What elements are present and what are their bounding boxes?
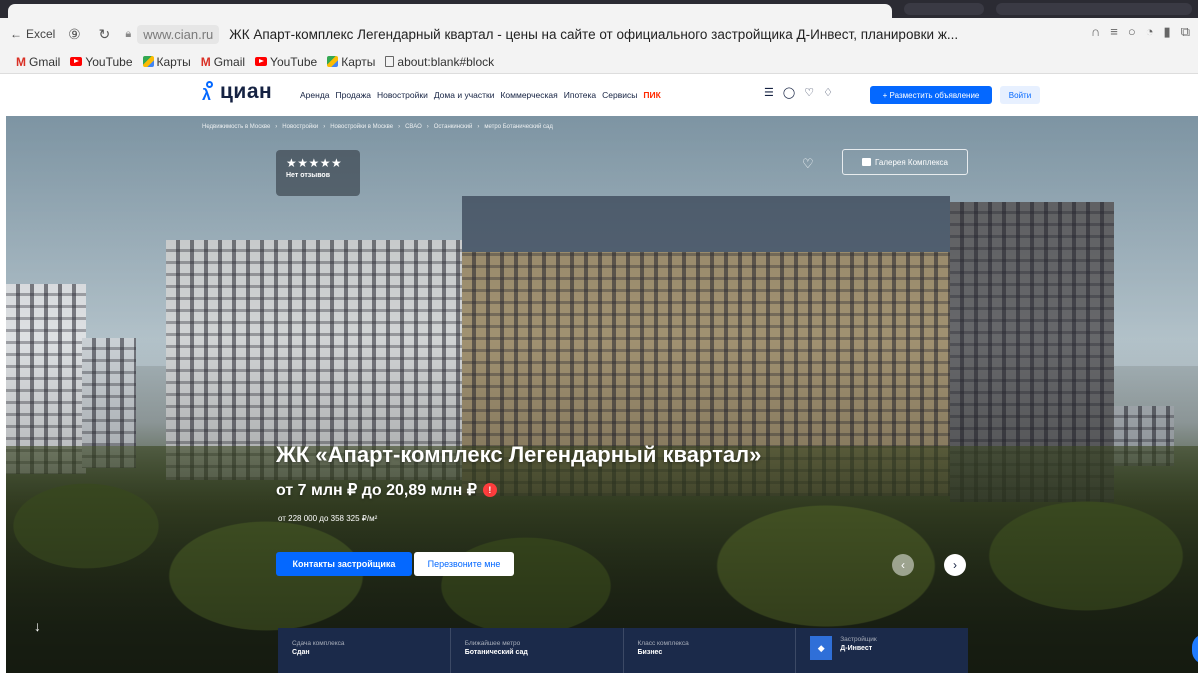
info-completion: Сдача комплекса Сдан — [278, 628, 451, 673]
messages-icon[interactable]: ◯ — [783, 86, 795, 99]
page-icon — [385, 56, 395, 67]
bookmark-youtube[interactable]: YouTube — [255, 55, 317, 69]
nav-sale[interactable]: Продажа — [336, 90, 371, 100]
chevron-right-icon: › — [275, 124, 278, 130]
page-title[interactable]: ЖК Апарт-комплекс Легендарный квартал - … — [229, 27, 964, 42]
nav-mortgage[interactable]: Ипотека — [564, 90, 596, 100]
address-bar: ← Excel ⑨ ↻ 🔒︎ www.cian.ru ЖК Апарт-комп… — [0, 18, 1198, 50]
yandex-icon[interactable]: ⑨ — [63, 23, 85, 45]
breadcrumb-item[interactable]: метро Ботанический сад — [484, 124, 552, 130]
breadcrumb: Недвижимость в Москве › Новостройки › Но… — [202, 124, 553, 130]
youtube-icon — [70, 57, 83, 66]
login-button[interactable]: Войти — [1000, 86, 1040, 104]
bookmarks-bar: M Gmail YouTube Карты M Gmail YouTube Карт… — [0, 50, 1198, 74]
chevron-right-icon: › — [477, 124, 480, 130]
gallery-button[interactable]: Галерея Комплекса — [842, 149, 968, 175]
info-developer[interactable]: ◆ Застройщик Д-Инвест — [796, 628, 968, 673]
bookmark-gmail[interactable]: M Gmail — [16, 55, 60, 69]
reviews-label: Нет отзывов — [286, 172, 331, 179]
heart-icon[interactable]: ♡ — [802, 156, 814, 172]
maps-icon — [327, 56, 339, 67]
chevron-right-icon: › — [398, 124, 401, 130]
rating-badge[interactable]: ★★★★★ Нет отзывов — [276, 150, 360, 196]
reader-icon[interactable]: ≡ — [1110, 24, 1118, 40]
extensions-icon[interactable]: ⧉ — [1181, 24, 1190, 40]
nav-pik[interactable]: ПИК — [643, 90, 660, 100]
chevron-right-icon: › — [426, 124, 429, 130]
url-domain[interactable]: www.cian.ru — [137, 24, 220, 44]
rating-stars: ★★★★★ — [286, 156, 343, 170]
complex-title: ЖК «Апарт-комплекс Легендарный квартал» — [276, 442, 762, 467]
price-per-sqm: от 228 000 до 358 325 ₽/м² — [278, 514, 378, 523]
lock-icon[interactable]: 🔒︎ — [125, 28, 131, 41]
chevron-right-icon: › — [323, 124, 326, 130]
chat-icon[interactable]: ○ — [1128, 24, 1136, 40]
complex-info-bar: Сдача комплекса Сдан Ближайшее метро Бот… — [278, 628, 968, 673]
nav-commercial[interactable]: Коммерческая — [500, 90, 557, 100]
translate-icon[interactable]: ◔ — [1146, 24, 1154, 40]
cian-logo[interactable]: λ циан — [200, 80, 272, 104]
back-button[interactable]: ← Excel — [10, 27, 55, 41]
breadcrumb-item[interactable]: Новостройки в Москве — [330, 124, 393, 130]
youtube-icon — [255, 57, 268, 66]
chevron-right-icon[interactable]: › — [944, 554, 966, 576]
warning-icon[interactable]: ! — [482, 483, 497, 497]
active-tab[interactable] — [8, 4, 892, 18]
breadcrumb-item[interactable]: Недвижимость в Москве — [202, 124, 270, 130]
tab-strip — [0, 0, 1198, 18]
reload-icon[interactable]: ↻ — [93, 23, 115, 45]
bookmark-youtube[interactable]: YouTube — [70, 55, 133, 69]
nav-rent[interactable]: Аренда — [300, 90, 330, 100]
contacts-button[interactable]: Контакты застройщика — [276, 552, 412, 576]
favorites-icon[interactable]: ♡ — [804, 86, 814, 99]
bookmark-about-blank[interactable]: about:blank#block — [385, 55, 494, 69]
nav-houses[interactable]: Дома и участки — [434, 90, 495, 100]
hero-section: Недвижимость в Москве › Новостройки › Но… — [6, 116, 1198, 673]
gmail-icon: M — [200, 54, 211, 69]
notifications-icon[interactable]: ♢ — [823, 86, 833, 99]
maps-icon — [142, 56, 154, 67]
post-ad-button[interactable]: + Разместить объявление — [870, 86, 992, 104]
bookmark-icon[interactable]: ▮ — [1164, 24, 1171, 40]
tab[interactable] — [996, 3, 1192, 15]
breadcrumb-item[interactable]: Останкинский — [434, 124, 473, 130]
image-icon — [862, 158, 871, 166]
info-class: Класс комплекса Бизнес — [624, 628, 797, 673]
bookmark-gmail[interactable]: M Gmail — [201, 55, 245, 69]
callback-button[interactable]: Перезвоните мне — [414, 552, 514, 576]
nav-services[interactable]: Сервисы — [602, 90, 637, 100]
headphones-icon[interactable]: ∩ — [1091, 24, 1100, 40]
bookmark-maps[interactable]: Карты — [142, 55, 191, 69]
compare-icon[interactable]: ☰ — [764, 86, 774, 99]
arrow-left-icon: ← — [10, 27, 22, 41]
breadcrumb-item[interactable]: СВАО — [405, 124, 422, 130]
arrow-down-icon[interactable]: ↓ — [34, 618, 41, 634]
main-nav: Аренда Продажа Новостройки Дома и участк… — [300, 90, 661, 100]
developer-logo-icon: ◆ — [810, 636, 833, 660]
site-header: λ циан Аренда Продажа Новостройки Дома и… — [0, 74, 1198, 116]
chevron-left-icon[interactable]: ‹ — [892, 554, 914, 576]
price-range: от 7 млн ₽ до 20,89 млн ₽ ! — [276, 480, 497, 500]
gmail-icon: M — [16, 54, 26, 69]
breadcrumb-item[interactable]: Новостройки — [282, 124, 318, 130]
tab[interactable] — [904, 3, 984, 15]
nav-new-buildings[interactable]: Новостройки — [377, 90, 428, 100]
info-metro: Ближайшее метро Ботанический сад — [451, 628, 624, 673]
bookmark-maps[interactable]: Карты — [327, 55, 375, 69]
cian-logo-mark-icon: λ — [200, 81, 218, 104]
